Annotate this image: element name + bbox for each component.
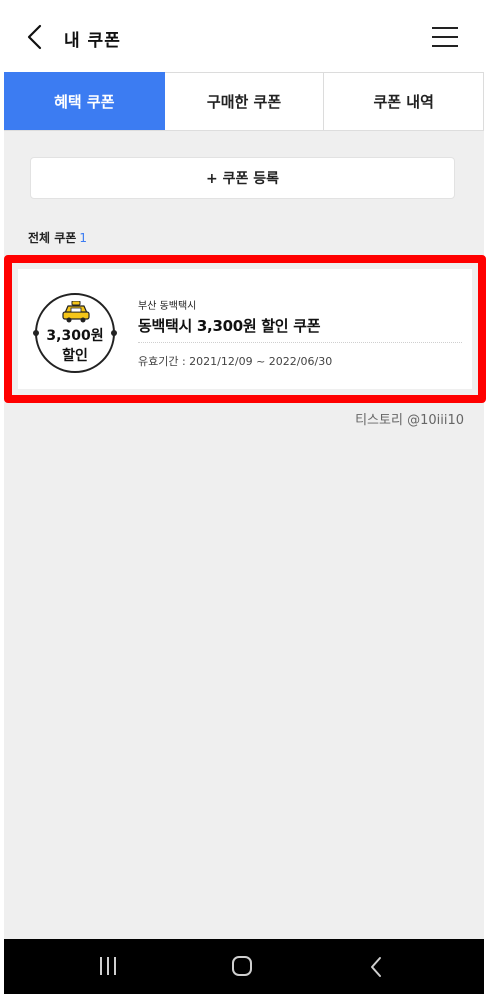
coupon-count-number: 1	[79, 231, 87, 245]
coupon-count: 전체 쿠폰 1	[28, 229, 87, 246]
coupon-divider	[138, 342, 462, 343]
coupon-card[interactable]: 3,300원 할인 부산 동백택시 동백택시 3,300원 할인 쿠폰 유효기간…	[18, 269, 472, 389]
badge-label: 할인	[62, 348, 88, 364]
coupon-count-label: 전체 쿠폰	[28, 231, 77, 245]
app-header: 내 쿠폰	[0, 0, 490, 72]
coupon-tabs: 혜택 쿠폰 구매한 쿠폰 쿠폰 내역	[4, 72, 485, 131]
recent-apps-icon[interactable]	[98, 957, 120, 977]
register-coupon-button[interactable]: + 쿠폰 등록	[30, 157, 455, 199]
coupon-badge: 3,300원 할인	[33, 293, 117, 373]
back-button[interactable]	[20, 22, 50, 52]
page-title: 내 쿠폰	[64, 31, 121, 51]
coupon-validity: 유효기간 : 2021/12/09 ~ 2022/06/30	[138, 355, 333, 368]
watermark: 티스토리 @10iii10	[355, 413, 464, 428]
coupon-brand: 부산 동백택시	[138, 301, 197, 312]
coupon-list-area: + 쿠폰 등록 전체 쿠폰 1 3,300원 할인 부산 동백택시 동백택시 3,…	[4, 131, 486, 939]
home-icon[interactable]	[232, 956, 252, 976]
coupon-highlight-box: 3,300원 할인 부산 동백택시 동백택시 3,300원 할인 쿠폰 유효기간…	[4, 255, 486, 403]
badge-amount: 3,300원	[46, 328, 104, 344]
taxi-icon	[62, 301, 90, 323]
tab-coupon-history[interactable]: 쿠폰 내역	[324, 72, 485, 130]
back-icon[interactable]	[366, 955, 386, 979]
hamburger-menu-icon[interactable]	[432, 24, 460, 50]
tab-purchased-coupons[interactable]: 구매한 쿠폰	[164, 72, 325, 130]
tab-benefit-coupons[interactable]: 혜택 쿠폰	[4, 72, 165, 130]
system-navbar	[4, 939, 484, 994]
coupon-name: 동백택시 3,300원 할인 쿠폰	[138, 317, 321, 335]
